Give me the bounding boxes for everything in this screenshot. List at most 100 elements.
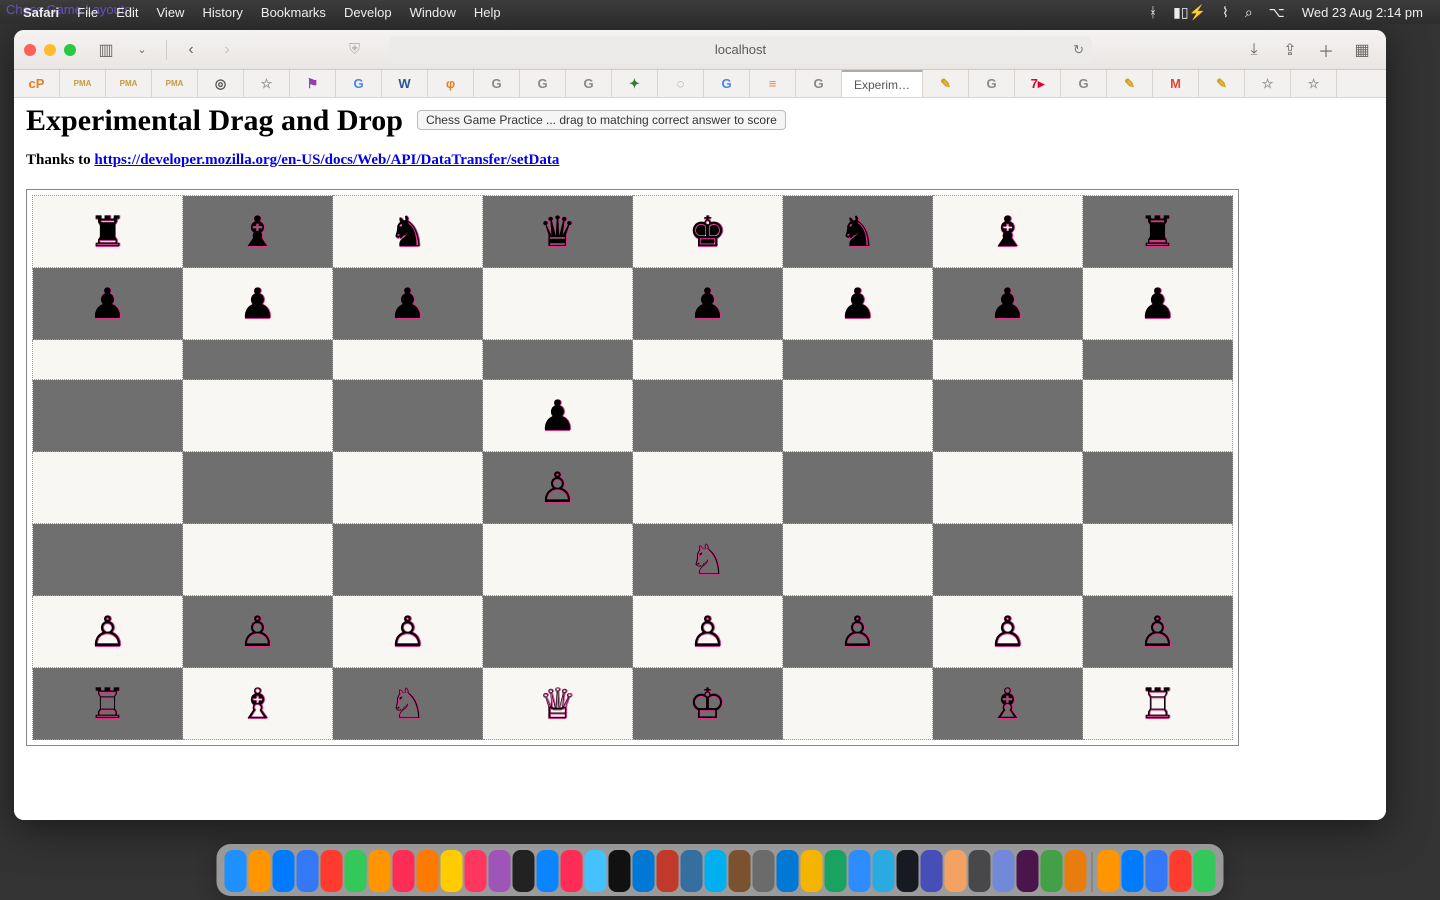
dock-item-folder1[interactable]	[1098, 850, 1120, 892]
chess-piece[interactable]: ♕	[539, 680, 577, 727]
board-square-f4[interactable]	[783, 452, 933, 524]
favorites-tab-26[interactable]: ☆	[1245, 70, 1291, 97]
zoom-window-button[interactable]	[64, 44, 76, 56]
dock-item-kodi[interactable]	[873, 850, 895, 892]
dock-item-tv[interactable]	[513, 850, 535, 892]
share-button[interactable]: ⇪	[1276, 37, 1304, 63]
dock-item-keynote[interactable]	[969, 850, 991, 892]
board-square-e8[interactable]: ♚	[633, 196, 783, 268]
board-square-f8[interactable]: ♞	[783, 196, 933, 268]
favorites-tab-11[interactable]: G	[520, 70, 566, 97]
wifi-icon[interactable]: ⌇	[1214, 4, 1237, 21]
favorites-tab-22[interactable]: G	[1061, 70, 1107, 97]
chess-piece[interactable]: ♟	[989, 280, 1027, 327]
board-square-b6[interactable]	[183, 340, 333, 380]
dock-item-folder2[interactable]	[1122, 850, 1144, 892]
board-square-f1[interactable]	[783, 668, 933, 740]
favorites-tab-3[interactable]: PMA	[152, 70, 198, 97]
board-square-c1[interactable]: ♘	[333, 668, 483, 740]
minimize-window-button[interactable]	[44, 44, 56, 56]
board-square-e2[interactable]: ♙	[633, 596, 783, 668]
menu-help[interactable]: Help	[465, 5, 510, 20]
favorites-tab-16[interactable]: ≡	[750, 70, 796, 97]
board-square-g3[interactable]	[933, 524, 1083, 596]
dock-item-zoom[interactable]	[849, 850, 871, 892]
board-square-g7[interactable]: ♟	[933, 268, 1083, 340]
dock-item-teams[interactable]	[921, 850, 943, 892]
dock-item-opera[interactable]	[321, 850, 343, 892]
favorites-tab-1[interactable]: PMA	[60, 70, 106, 97]
dock-item-filezilla[interactable]	[657, 850, 679, 892]
favorites-tab-0[interactable]: cP	[14, 70, 60, 97]
back-button[interactable]: ‹	[177, 37, 205, 63]
menu-file[interactable]: File	[68, 5, 107, 20]
dock-item-safari[interactable]	[273, 850, 295, 892]
dock-item-vscode[interactable]	[633, 850, 655, 892]
dock-item-notes[interactable]	[441, 850, 463, 892]
board-square-a7[interactable]: ♟	[33, 268, 183, 340]
chess-piece[interactable]: ♟	[389, 280, 427, 327]
board-square-f3[interactable]	[783, 524, 933, 596]
dock-item-podcasts[interactable]	[489, 850, 511, 892]
board-square-e6[interactable]	[633, 340, 783, 380]
menu-window[interactable]: Window	[401, 5, 465, 20]
board-square-e1[interactable]: ♔	[633, 668, 783, 740]
board-square-c2[interactable]: ♙	[333, 596, 483, 668]
reload-icon[interactable]: ↻	[1073, 42, 1084, 58]
favorites-tab-14[interactable]: ◌	[658, 70, 704, 97]
chess-piece[interactable]: ♝	[989, 208, 1027, 255]
dock-item-calendar[interactable]	[393, 850, 415, 892]
menu-edit[interactable]: Edit	[107, 5, 147, 20]
dock-item-news[interactable]	[465, 850, 487, 892]
dock-item-trash[interactable]	[1194, 850, 1216, 892]
board-square-b4[interactable]	[183, 452, 333, 524]
favorites-tab-10[interactable]: G	[474, 70, 520, 97]
chess-piece[interactable]: ♞	[839, 208, 877, 255]
board-square-b1[interactable]: ♗	[183, 668, 333, 740]
board-square-b8[interactable]: ♝	[183, 196, 333, 268]
favorites-tab-5[interactable]: ☆	[244, 70, 290, 97]
favorites-tab-9[interactable]: φ	[428, 70, 474, 97]
board-square-d1[interactable]: ♕	[483, 668, 633, 740]
chess-piece[interactable]: ♟	[1139, 280, 1177, 327]
new-tab-button[interactable]: ＋	[1312, 37, 1340, 63]
board-square-c8[interactable]: ♞	[333, 196, 483, 268]
board-square-a2[interactable]: ♙	[33, 596, 183, 668]
favorites-tab-24[interactable]: M	[1153, 70, 1199, 97]
board-square-d4[interactable]: ♙	[483, 452, 633, 524]
chess-piece[interactable]: ♙	[839, 608, 877, 655]
board-square-e7[interactable]: ♟	[633, 268, 783, 340]
board-square-b7[interactable]: ♟	[183, 268, 333, 340]
board-square-c7[interactable]: ♟	[333, 268, 483, 340]
bluetooth-icon[interactable]: ᚼ	[1141, 4, 1165, 20]
chess-piece[interactable]: ♜	[1139, 208, 1177, 255]
favorites-tab-21[interactable]: 7▸	[1015, 70, 1061, 97]
dock-item-onedrive[interactable]	[777, 850, 799, 892]
chess-piece[interactable]: ♙	[989, 608, 1027, 655]
favorites-tab-7[interactable]: G	[336, 70, 382, 97]
board-square-a8[interactable]: ♜	[33, 196, 183, 268]
favorites-tab-12[interactable]: G	[566, 70, 612, 97]
chess-piece[interactable]: ♙	[239, 608, 277, 655]
chess-piece[interactable]: ♗	[239, 680, 277, 727]
board-square-h1[interactable]: ♖	[1083, 668, 1233, 740]
chess-piece[interactable]: ♙	[89, 608, 127, 655]
dock-item-siri[interactable]	[585, 850, 607, 892]
favorites-tab-20[interactable]: G	[969, 70, 1015, 97]
sidebar-toggle-button[interactable]: ▥	[92, 37, 120, 63]
chess-piece[interactable]: ♖	[1139, 680, 1177, 727]
dock-item-gimp[interactable]	[753, 850, 775, 892]
chess-piece[interactable]: ♙	[1139, 608, 1177, 655]
board-square-f6[interactable]	[783, 340, 933, 380]
chess-piece[interactable]: ♜	[89, 208, 127, 255]
board-square-g6[interactable]	[933, 340, 1083, 380]
tab-group-menu-button[interactable]: ⌄	[128, 37, 156, 63]
dock-item-music[interactable]	[561, 850, 583, 892]
spotlight-icon[interactable]: ⌕	[1237, 4, 1261, 21]
chess-piece[interactable]: ♙	[689, 608, 727, 655]
board-square-b2[interactable]: ♙	[183, 596, 333, 668]
favorites-tab-15[interactable]: G	[704, 70, 750, 97]
dock-item-steam[interactable]	[897, 850, 919, 892]
chess-piece[interactable]: ♖	[89, 680, 127, 727]
board-square-a5[interactable]	[33, 380, 183, 452]
